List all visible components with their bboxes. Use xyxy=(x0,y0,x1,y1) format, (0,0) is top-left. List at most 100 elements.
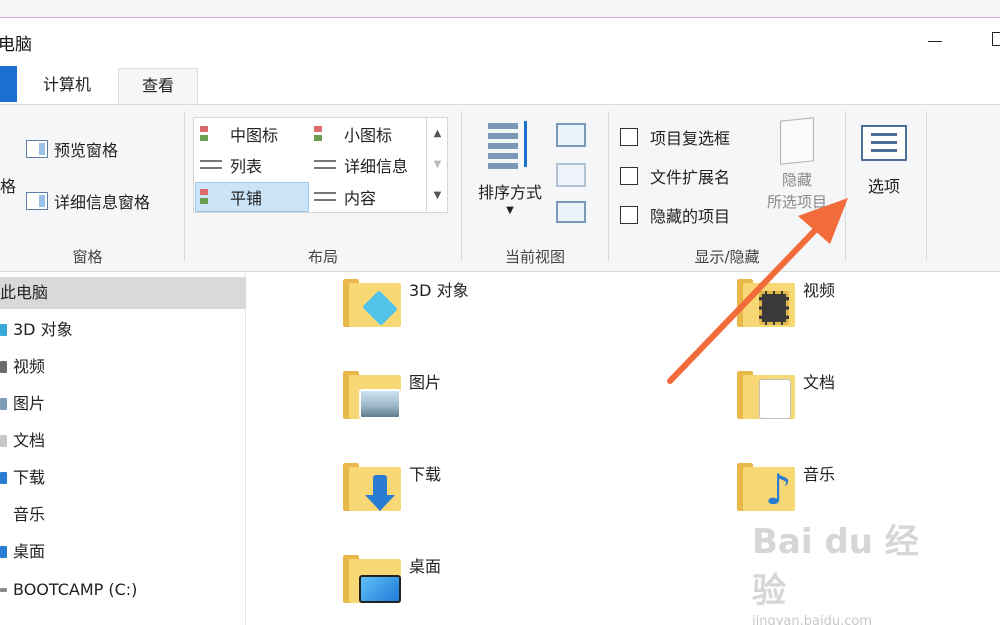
hidden-items-toggle[interactable]: 隐藏的项目 xyxy=(620,203,730,227)
details-icon xyxy=(314,156,336,174)
sort-by-button[interactable]: 排序方式 ▼ xyxy=(470,115,550,216)
group-separator xyxy=(926,111,927,261)
tab-view[interactable]: 查看 xyxy=(118,68,198,104)
preview-pane-label: 预览窗格 xyxy=(54,141,119,160)
checkbox[interactable] xyxy=(620,206,638,224)
layout-list[interactable]: 列表 xyxy=(196,150,310,180)
landscape-photo-icon xyxy=(359,389,401,419)
music-note-icon: ♪ xyxy=(765,465,792,514)
sort-icon xyxy=(486,121,534,171)
options-label: 选项 xyxy=(867,177,900,196)
folder-label: 音乐 xyxy=(803,465,836,484)
nav-downloads[interactable]: 下载 xyxy=(0,462,246,494)
desktop-monitor-icon xyxy=(359,575,401,603)
document-page-icon xyxy=(759,379,791,419)
list-icon xyxy=(200,156,222,174)
hide-selected-icon xyxy=(780,117,814,165)
folder-label: 3D 对象 xyxy=(409,281,469,300)
pictures-icon xyxy=(0,398,7,410)
details-pane-label: 详细信息窗格 xyxy=(54,193,151,212)
folder-3d-objects[interactable]: 3D 对象 xyxy=(343,273,469,331)
preview-pane-button[interactable]: 预览窗格 xyxy=(26,137,118,161)
layout-tiles[interactable]: 平铺 xyxy=(195,182,309,212)
folder-icon xyxy=(737,365,797,423)
layout-item-label: 详细信息 xyxy=(344,157,409,176)
details-pane-icon xyxy=(26,192,48,210)
nav-pictures[interactable]: 图片 xyxy=(0,388,246,420)
ribbon-tabs: 计算机 查看 xyxy=(0,64,1000,104)
group-by-icon[interactable] xyxy=(556,123,586,147)
item-checkboxes-toggle[interactable]: 项目复选框 xyxy=(620,125,730,149)
folder-label: 桌面 xyxy=(409,557,442,576)
navigation-pane-button[interactable]: 格 xyxy=(0,173,16,197)
checkbox[interactable] xyxy=(620,167,638,185)
nav-videos[interactable]: 视频 xyxy=(0,351,246,383)
expand-gallery-icon[interactable]: ▼ xyxy=(427,180,448,211)
folder-icon xyxy=(737,273,797,331)
scroll-down-icon[interactable]: ▼ xyxy=(427,149,448,180)
group-panes: 格 预览窗格 详细信息窗格 窗格 xyxy=(0,105,185,271)
folder-label: 文档 xyxy=(803,373,836,392)
add-columns-icon[interactable] xyxy=(556,163,586,187)
folder-pictures[interactable]: 图片 xyxy=(343,365,441,423)
group-label-layout: 布局 xyxy=(307,248,338,266)
top-border-strip xyxy=(0,0,1000,18)
folder-videos[interactable]: 视频 xyxy=(737,273,835,331)
layout-item-label: 内容 xyxy=(344,189,377,208)
file-tab[interactable] xyxy=(0,66,17,102)
layout-gallery: 中图标 小图标 列表 详细信息 平铺 内容 ▲ ▼ ▼ xyxy=(193,117,448,213)
3d-objects-icon xyxy=(0,324,7,336)
file-extensions-toggle[interactable]: 文件扩展名 xyxy=(620,164,730,188)
drive-icon xyxy=(0,588,7,592)
folder-downloads[interactable]: 下载 xyxy=(343,457,441,515)
folder-icon xyxy=(343,457,403,515)
navigation-pane-label: 格 xyxy=(0,177,17,196)
group-separator xyxy=(845,111,846,261)
nav-item-label: 桌面 xyxy=(13,542,46,561)
layout-details[interactable]: 详细信息 xyxy=(310,150,426,180)
options-icon xyxy=(861,125,907,161)
window-title: 电脑 xyxy=(0,35,32,55)
nav-item-label: 此电脑 xyxy=(0,283,49,302)
watermark-url: jingyan.baidu.com xyxy=(752,614,872,625)
layout-medium-icons[interactable]: 中图标 xyxy=(196,119,310,149)
title-bar: 电脑 xyxy=(0,18,1000,64)
options-button[interactable]: 选项 xyxy=(852,119,916,197)
nav-item-label: 文档 xyxy=(13,431,46,450)
layout-item-label: 小图标 xyxy=(344,126,393,145)
folder-label: 下载 xyxy=(409,465,442,484)
nav-this-pc[interactable]: 此电脑 xyxy=(0,277,246,309)
folder-icon xyxy=(343,365,403,423)
layout-small-icons[interactable]: 小图标 xyxy=(310,119,424,149)
downloads-icon xyxy=(0,472,7,484)
nav-music[interactable]: 音乐 xyxy=(0,499,246,531)
sort-by-label: 排序方式 xyxy=(477,183,542,202)
folder-music[interactable]: ♪ 音乐 xyxy=(737,457,835,515)
scroll-up-icon[interactable]: ▲ xyxy=(427,118,448,149)
size-columns-icon[interactable] xyxy=(556,201,586,223)
nav-desktop[interactable]: 桌面 xyxy=(0,536,246,568)
content-icon xyxy=(314,188,336,206)
minimize-button[interactable] xyxy=(924,30,944,48)
layout-item-label: 中图标 xyxy=(230,126,279,145)
nav-3d-objects[interactable]: 3D 对象 xyxy=(0,314,246,346)
download-arrow-icon xyxy=(373,475,387,497)
nav-documents[interactable]: 文档 xyxy=(0,425,246,457)
medium-icons-icon xyxy=(200,125,222,143)
maximize-button[interactable] xyxy=(992,32,1000,46)
details-pane-button[interactable]: 详细信息窗格 xyxy=(26,189,150,213)
film-strip-icon xyxy=(759,291,789,325)
checkbox-label: 项目复选框 xyxy=(650,129,731,148)
nav-item-label: 视频 xyxy=(13,357,46,376)
layout-content[interactable]: 内容 xyxy=(310,182,424,212)
folder-desktop[interactable]: 桌面 xyxy=(343,549,441,607)
folder-documents[interactable]: 文档 xyxy=(737,365,835,423)
folder-label: 视频 xyxy=(803,281,836,300)
nav-item-label: 图片 xyxy=(13,394,46,413)
checkbox[interactable] xyxy=(620,128,638,146)
folder-label: 图片 xyxy=(409,373,442,392)
nav-bootcamp-drive[interactable]: BOOTCAMP (C:) xyxy=(0,574,246,606)
tab-computer[interactable]: 计算机 xyxy=(22,68,112,104)
hide-selected-button[interactable]: 隐藏 所选项目 xyxy=(752,117,842,213)
videos-icon xyxy=(0,361,7,373)
